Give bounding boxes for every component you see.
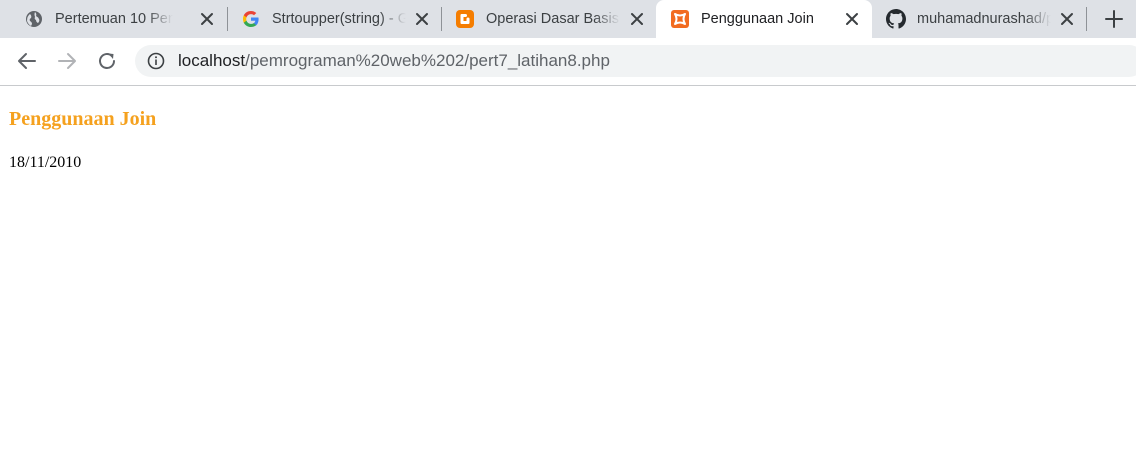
address-bar[interactable]: localhost/pemrograman%20web%202/pert7_la… [135,45,1136,77]
globe-icon [26,11,42,27]
close-icon[interactable] [198,10,216,28]
close-icon[interactable] [843,10,861,28]
info-icon[interactable] [147,52,165,70]
tab-github[interactable]: muhamadnurashad/pemrograman-web [872,0,1086,38]
page-date: 18/11/2010 [9,154,82,171]
forward-arrow-icon[interactable] [55,49,79,73]
blogger-icon [456,10,474,28]
browser-toolbar: localhost/pemrograman%20web%202/pert7_la… [0,38,1136,86]
page-heading: Penggunaan Join [9,108,157,130]
new-tab-plus-icon[interactable] [1102,7,1126,31]
tab-strtoupper[interactable]: Strtoupper(string) - Google Search [227,0,441,38]
tab-operasi-dasar[interactable]: Operasi Dasar Basis Data [441,0,655,38]
github-icon [886,9,906,29]
tab-strip: Pertemuan 10 Pemrograman Web 2 Strtouppe… [0,0,1136,38]
address-url[interactable]: localhost/pemrograman%20web%202/pert7_la… [178,51,610,71]
google-icon [243,11,259,27]
reload-icon[interactable] [95,49,119,73]
tab-title: Penggunaan Join [701,11,814,27]
tab-penggunaan-join[interactable]: Penggunaan Join [656,0,872,38]
url-path: /pemrograman%20web%202/pert7_latihan8.ph… [245,51,610,70]
close-icon[interactable] [628,10,646,28]
xampp-icon [671,10,689,28]
tab-pertemuan-10[interactable]: Pertemuan 10 Pemrograman Web 2 [10,0,226,38]
page-content: Penggunaan Join 18/11/2010 [0,86,1136,471]
url-host: localhost [178,51,246,70]
close-icon[interactable] [1058,10,1076,28]
back-arrow-icon[interactable] [15,49,39,73]
close-icon[interactable] [413,10,431,28]
